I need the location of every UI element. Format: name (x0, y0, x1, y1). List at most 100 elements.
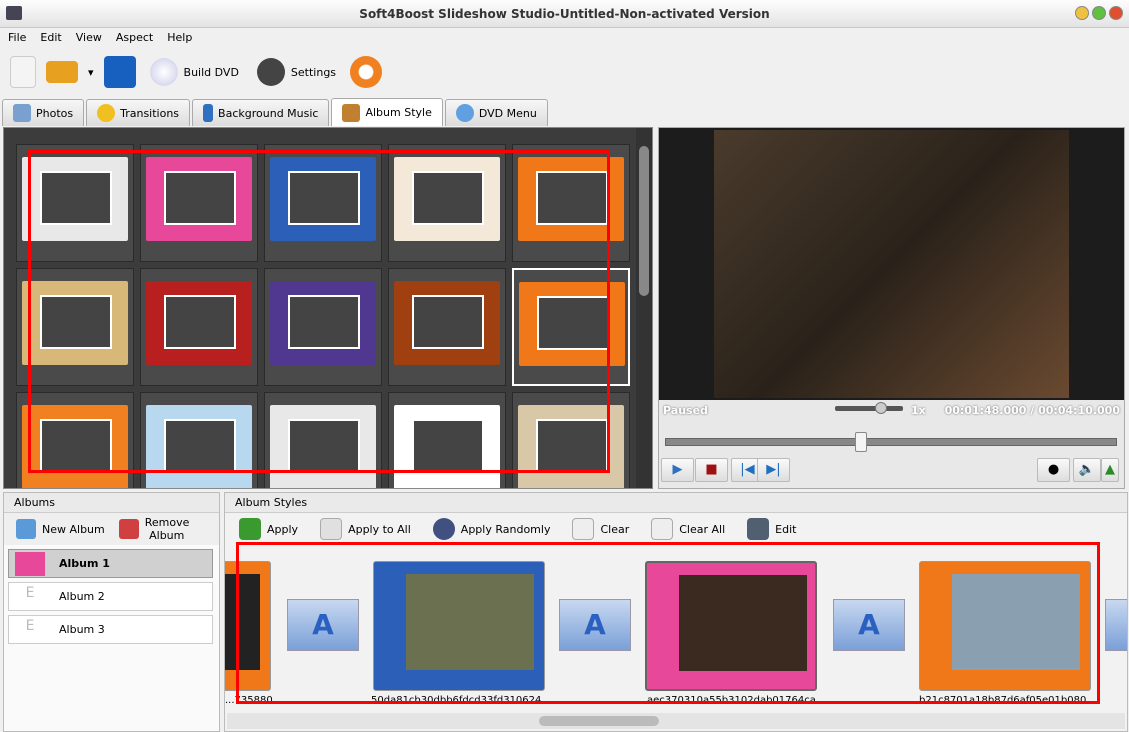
plus-icon (239, 518, 261, 540)
slide-thumbnail[interactable] (373, 561, 545, 691)
help-icon[interactable] (350, 56, 383, 88)
clear-button[interactable]: Clear (572, 518, 629, 540)
album-style-frame[interactable] (512, 268, 630, 386)
apply-to-all-button[interactable]: Apply to All (320, 518, 411, 540)
frame-preview (146, 157, 252, 241)
album-style-frame[interactable] (388, 268, 506, 386)
transition-thumbnail[interactable]: A (1105, 599, 1127, 651)
edit-button[interactable]: Edit (747, 518, 796, 540)
settings-button[interactable]: Settings (253, 54, 340, 90)
slide-thumbnail[interactable] (919, 561, 1091, 691)
tab-album-style[interactable]: Album Style (331, 98, 443, 126)
album-style-frame[interactable] (264, 392, 382, 488)
album-style-frame[interactable] (140, 392, 258, 488)
preview-image (714, 130, 1069, 398)
random-icon (432, 518, 455, 540)
slide-caption: b21c8701a18b87d6af05e01b080... (919, 695, 1091, 706)
frame-preview (22, 157, 128, 241)
empty-album-icon: E (25, 617, 35, 634)
seek-bar[interactable] (665, 432, 1117, 452)
speed-slider-thumb[interactable] (875, 402, 887, 414)
tab-photos[interactable]: Photos (2, 99, 85, 126)
album-item[interactable]: E Album 2 (8, 582, 213, 611)
clear-all-icon (651, 518, 674, 540)
transition-thumbnail[interactable]: A (559, 599, 631, 651)
album-style-frame[interactable] (16, 268, 134, 386)
frame-preview (394, 157, 500, 241)
album-style-frame[interactable] (512, 392, 630, 488)
minimize-button[interactable] (1075, 6, 1089, 20)
music-note-icon (203, 104, 214, 122)
frame-preview (518, 405, 624, 488)
frame-preview (146, 281, 252, 365)
photos-icon (13, 104, 31, 122)
album-style-frame[interactable] (16, 144, 134, 262)
menu-edit[interactable]: Edit (40, 29, 61, 47)
build-dvd-button[interactable]: Build DVD (146, 54, 243, 90)
frame-preview (22, 281, 128, 365)
snapshot-camera-icon[interactable]: ● (1037, 458, 1070, 482)
frame-preview (270, 281, 376, 365)
speed-slider[interactable] (835, 402, 903, 414)
next-button[interactable]: ▶| (757, 458, 790, 482)
album-style-frame[interactable] (388, 144, 506, 262)
menu-view[interactable]: View (76, 29, 102, 47)
menu-help[interactable]: Help (167, 29, 192, 47)
remove-album-button[interactable]: Remove Album (118, 516, 189, 542)
slide-thumbnail[interactable] (225, 561, 271, 691)
seek-thumb[interactable] (855, 432, 868, 452)
menu-file[interactable]: File (8, 29, 26, 47)
frame-preview (270, 405, 376, 488)
transition-thumbnail[interactable]: A (287, 599, 359, 651)
frame-preview (394, 281, 500, 365)
tab-transitions[interactable]: Transitions (86, 99, 191, 126)
close-button[interactable] (1109, 6, 1123, 20)
volume-up-icon[interactable]: ▲ (1101, 458, 1119, 482)
title-bar: Soft4Boost Slideshow Studio-Untitled-Non… (0, 0, 1129, 28)
maximize-button[interactable] (1092, 6, 1106, 20)
album-style-frame[interactable] (388, 392, 506, 488)
frame-preview (22, 405, 128, 488)
clear-icon (572, 518, 595, 540)
album-style-frame[interactable] (140, 144, 258, 262)
volume-icon[interactable]: 🔈 (1073, 458, 1101, 482)
clear-all-button[interactable]: Clear All (651, 518, 725, 540)
dvd-icon (149, 58, 178, 86)
open-project-icon[interactable] (46, 61, 78, 83)
album-item[interactable]: E Album 3 (8, 615, 213, 644)
save-icon[interactable] (103, 56, 136, 88)
album-style-frame[interactable] (512, 144, 630, 262)
play-button[interactable]: ▶ (661, 458, 694, 482)
toolbar: ▾ Build DVD Settings (0, 48, 1129, 96)
slide-strip-scrollbar[interactable] (227, 713, 1125, 729)
window-title: Soft4Boost Slideshow Studio-Untitled-Non… (359, 7, 770, 21)
stop-button[interactable]: ■ (695, 458, 728, 482)
album-style-frame[interactable] (16, 392, 134, 488)
tab-background-music[interactable]: Background Music (192, 99, 330, 126)
slide-caption: aec370310a55b3102dab01764ca... (647, 695, 819, 706)
album-style-frame[interactable] (264, 268, 382, 386)
album-style-frame[interactable] (140, 268, 258, 386)
scroll-thumb[interactable] (539, 716, 659, 726)
album-styles-title: Album Styles (225, 493, 1127, 513)
new-project-icon[interactable] (10, 56, 36, 88)
remove-album-icon (118, 519, 139, 539)
tab-dvd-menu[interactable]: DVD Menu (444, 99, 548, 126)
apply-button[interactable]: Apply (239, 518, 298, 540)
gear-icon (256, 58, 285, 86)
slide-strip: ...735880... A 50da81cb30dbb6fdcd33fd310… (225, 551, 1127, 711)
new-album-button[interactable]: New Album (16, 519, 105, 539)
frame-preview (394, 405, 500, 488)
album-style-icon (342, 103, 361, 122)
menu-aspect[interactable]: Aspect (116, 29, 153, 47)
open-dropdown-icon[interactable]: ▾ (88, 66, 94, 79)
album-style-frame[interactable] (264, 144, 382, 262)
frame-preview (146, 405, 252, 488)
transition-thumbnail[interactable]: A (833, 599, 905, 651)
apply-randomly-button[interactable]: Apply Randomly (432, 518, 550, 540)
gallery-scrollbar[interactable] (636, 128, 652, 488)
star-icon (97, 104, 116, 122)
album-item[interactable]: Album 1 (8, 549, 213, 578)
slide-thumbnail[interactable] (645, 561, 817, 691)
scroll-thumb[interactable] (639, 146, 649, 296)
